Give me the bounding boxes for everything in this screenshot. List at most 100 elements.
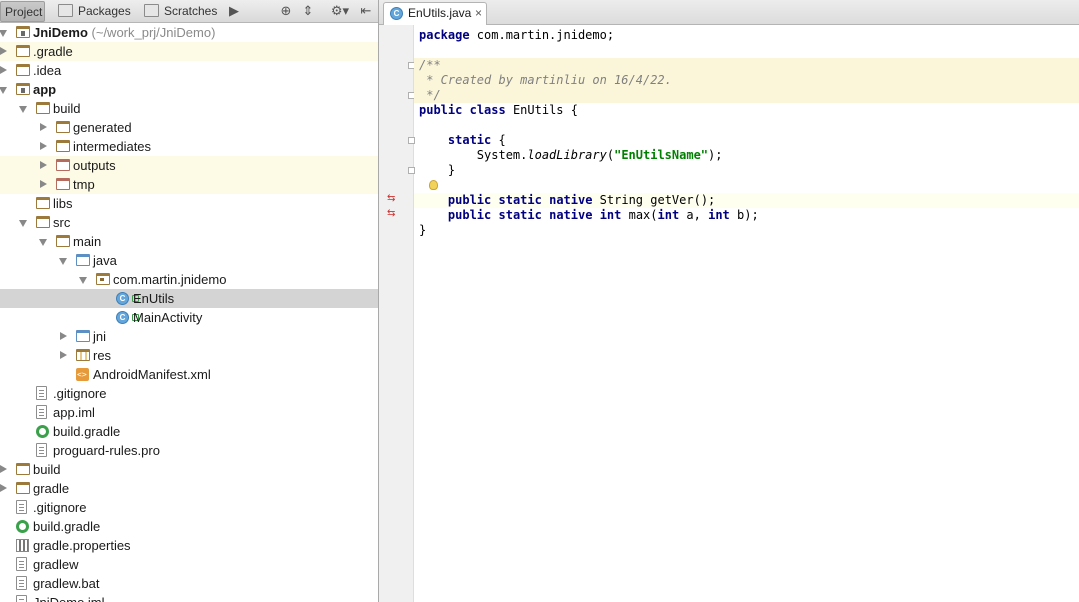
collapse-arrow-icon[interactable] xyxy=(60,332,67,340)
close-icon[interactable]: × xyxy=(475,3,482,24)
tree-item[interactable]: com.martin.jnidemo xyxy=(0,270,378,289)
more-tabs-icon[interactable]: ▶ xyxy=(226,3,242,19)
tree-item[interactable]: outputs xyxy=(0,156,378,175)
code-line[interactable]: System.loadLibrary("EnUtilsName"); xyxy=(414,148,1079,163)
code-line[interactable] xyxy=(414,178,1079,193)
code-token: int xyxy=(708,208,730,222)
tree-item[interactable]: C EnUtils xyxy=(0,289,378,308)
tree-item-path: (~/work_prj/JniDemo) xyxy=(87,25,216,40)
folder-icon xyxy=(16,482,30,494)
code-line[interactable]: } xyxy=(414,223,1079,238)
tab-enutils-java[interactable]: C EnUtils.java × xyxy=(383,2,487,25)
code-line[interactable] xyxy=(414,118,1079,133)
tree-item-label: .gitignore xyxy=(33,500,87,515)
native-impl-icon[interactable]: ⇆ xyxy=(387,193,395,204)
class-icon: C xyxy=(390,7,403,20)
code-line[interactable]: * Created by martinliu on 16/4/22. xyxy=(414,73,1079,88)
expand-arrow-icon[interactable] xyxy=(59,258,67,265)
code-line[interactable]: public static native String getVer(); xyxy=(414,193,1079,208)
expand-arrow-icon[interactable] xyxy=(19,106,27,113)
tree-item-label: MainActivity xyxy=(133,310,203,325)
expand-arrow-icon[interactable] xyxy=(39,239,47,246)
tree-item[interactable]: generated xyxy=(0,118,378,137)
intention-bulb-icon[interactable] xyxy=(429,180,438,190)
code-token: native xyxy=(549,193,593,207)
code-token: public xyxy=(447,208,492,222)
folder-source-icon xyxy=(76,330,90,342)
tree-item-label: generated xyxy=(73,120,132,135)
tree-item[interactable]: JniDemo.iml xyxy=(0,593,378,602)
expand-arrow-icon[interactable] xyxy=(0,87,7,94)
tree-item-label: tmp xyxy=(73,177,95,192)
code-line[interactable]: } xyxy=(414,163,1079,178)
tree-item[interactable]: .gitignore xyxy=(0,498,378,517)
tree-item[interactable]: src xyxy=(0,213,378,232)
tree-item[interactable]: app xyxy=(0,80,378,99)
code-line[interactable]: */ xyxy=(414,88,1079,103)
expand-arrow-icon[interactable] xyxy=(19,220,27,227)
code-area[interactable]: package com.martin.jnidemo; /** * Created… xyxy=(414,25,1079,602)
tree-item[interactable]: C MainActivity xyxy=(0,308,378,327)
tab-project[interactable]: Project xyxy=(0,1,45,22)
tree-item[interactable]: gradlew.bat xyxy=(0,574,378,593)
tree-item[interactable]: .gradle xyxy=(0,42,378,61)
tree-item-label: java xyxy=(93,253,117,268)
code-line[interactable]: public static native int max(int a, int … xyxy=(414,208,1079,223)
code-line[interactable]: package com.martin.jnidemo; xyxy=(414,28,1079,43)
editor-gutter[interactable]: ⇆ ⇆ xyxy=(379,25,415,602)
gradle-file-icon xyxy=(36,425,49,438)
collapse-arrow-icon[interactable] xyxy=(0,484,7,492)
code-line[interactable]: /** xyxy=(414,58,1079,73)
scroll-from-source-icon[interactable]: ⊕ xyxy=(278,3,294,19)
settings-gear-icon[interactable]: ⚙▾ xyxy=(330,3,350,19)
tree-item[interactable]: .idea xyxy=(0,61,378,80)
code-line[interactable] xyxy=(414,43,1079,58)
tree-item[interactable]: JniDemo (~/work_prj/JniDemo) xyxy=(0,23,378,42)
tree-item[interactable]: res xyxy=(0,346,378,365)
tree-item-label: jni xyxy=(93,329,107,344)
hide-panel-icon[interactable]: ⇤ xyxy=(358,3,374,19)
native-impl-icon[interactable]: ⇆ xyxy=(387,208,395,219)
tree-item[interactable]: app.iml xyxy=(0,403,378,422)
tree-item[interactable]: build xyxy=(0,99,378,118)
tree-item-label: proguard-rules.pro xyxy=(53,443,160,458)
tree-item[interactable]: libs xyxy=(0,194,378,213)
tree-item[interactable]: main xyxy=(0,232,378,251)
collapse-arrow-icon[interactable] xyxy=(60,351,67,359)
collapse-arrow-icon[interactable] xyxy=(0,66,7,74)
tree-item[interactable]: proguard-rules.pro xyxy=(0,441,378,460)
tree-item[interactable]: gradle.properties xyxy=(0,536,378,555)
code-token: { xyxy=(491,133,506,147)
code-line[interactable]: static { xyxy=(414,133,1079,148)
tree-item-label: build.gradle xyxy=(33,519,101,534)
tree-item[interactable]: build xyxy=(0,460,378,479)
collapse-arrow-icon[interactable] xyxy=(40,161,47,169)
tab-scratches[interactable]: Scratches xyxy=(138,1,222,22)
expand-arrow-icon[interactable] xyxy=(79,277,87,284)
tab-packages[interactable]: Packages xyxy=(52,1,134,22)
tree-item[interactable]: java xyxy=(0,251,378,270)
tree-item[interactable]: gradle xyxy=(0,479,378,498)
collapse-arrow-icon[interactable] xyxy=(40,142,47,150)
tree-item[interactable]: gradlew xyxy=(0,555,378,574)
collapse-arrow-icon[interactable] xyxy=(0,47,7,55)
code-token: public xyxy=(447,193,492,207)
tree-item[interactable]: jni xyxy=(0,327,378,346)
expand-arrow-icon[interactable] xyxy=(0,30,7,37)
collapse-arrow-icon[interactable] xyxy=(0,465,7,473)
tree-item[interactable]: AndroidManifest.xml xyxy=(0,365,378,384)
tree-item[interactable]: .gitignore xyxy=(0,384,378,403)
tree-item[interactable]: intermediates xyxy=(0,137,378,156)
collapse-all-icon[interactable]: ⇕ xyxy=(300,3,316,19)
code-line[interactable]: public class EnUtils { xyxy=(414,103,1079,118)
gradle-file-icon xyxy=(16,520,29,533)
tree-item[interactable]: build.gradle xyxy=(0,517,378,536)
code-token: "EnUtilsName" xyxy=(614,148,709,162)
collapse-arrow-icon[interactable] xyxy=(40,123,47,131)
tree-item[interactable]: tmp xyxy=(0,175,378,194)
tree-item[interactable]: build.gradle xyxy=(0,422,378,441)
collapse-arrow-icon[interactable] xyxy=(40,180,47,188)
